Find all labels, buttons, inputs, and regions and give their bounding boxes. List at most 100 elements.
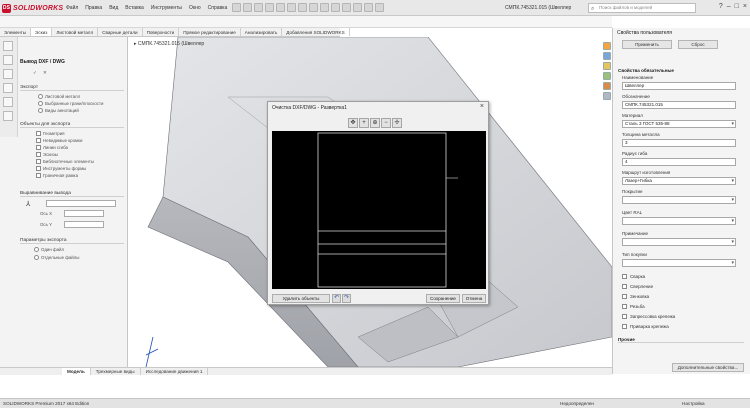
select-icon[interactable] [287,3,296,12]
menu-view[interactable]: Вид [109,5,118,11]
menu-file[interactable]: Файл [66,5,78,11]
file-explorer-icon[interactable] [603,72,611,80]
press-fastener-checkbox[interactable]: Запрессовка крепежа [622,314,675,319]
ok-icon[interactable]: ✓ [33,70,37,76]
rebuild-icon[interactable] [298,3,307,12]
tab-direct-edit[interactable]: Прямое редактирование [179,28,241,36]
ral-color-select[interactable] [622,217,736,225]
tab-sketch[interactable]: Эскиз [31,28,53,36]
print-icon[interactable] [265,3,274,12]
dimxpert-icon[interactable] [3,83,13,93]
object-checkbox[interactable]: Невидимые кромки [36,138,82,143]
dialog-close-icon[interactable]: × [480,103,484,110]
tab-weldments[interactable]: Сварные детали [98,28,143,36]
tab-addins[interactable]: Добавления SOLIDWORKS [282,28,350,36]
align-section-header[interactable]: Выравнивание вывода [20,191,124,197]
export-option[interactable]: Выбранные грани/плоскости [38,101,103,106]
view-palette-icon[interactable] [603,82,611,90]
more-properties-button[interactable]: Дополнительные свойства... [672,363,744,372]
object-checkbox[interactable]: Геометрия [36,131,65,136]
tab-analyze[interactable]: Анализировать [241,28,283,36]
zoom-area-icon[interactable]: ⊕ [370,118,380,128]
undo-icon[interactable] [276,3,285,12]
separate-files-option[interactable]: Отдельные файлы [34,255,79,260]
thread-checkbox[interactable]: Резьба [622,304,645,309]
options-icon[interactable] [309,3,318,12]
appearances-icon[interactable] [603,92,611,100]
tab-model[interactable]: Модель [62,368,91,375]
help-icon[interactable]: ? [719,3,723,10]
search-input[interactable]: ⌕ Поиск файлов и моделей [588,3,696,13]
tool-b-icon[interactable] [342,3,351,12]
designation-field[interactable]: СМПК.745321.015 [622,101,736,109]
apply-button[interactable]: Применить [622,40,672,49]
design-library-icon[interactable] [603,62,611,70]
zoom-in-icon[interactable]: + [359,118,369,128]
feature-tree-icon[interactable] [3,41,13,51]
dxf-preview-canvas[interactable] [272,131,486,289]
open-icon[interactable] [243,3,252,12]
solidworks-logo[interactable]: DS SOLIDWORKS [2,2,63,14]
redo-icon[interactable]: ↷ [342,294,351,303]
delete-objects-button[interactable]: Удалить объекты [272,294,330,303]
tool-a-icon[interactable] [331,3,340,12]
menu-window[interactable]: Окно [189,5,201,11]
pan-icon[interactable]: ✢ [392,118,402,128]
status-settings[interactable]: Настройка [682,399,705,408]
display-manager-icon[interactable] [3,97,13,107]
menu-insert[interactable]: Вставка [125,5,144,11]
object-checkbox[interactable]: Библиотечные элементы [36,159,94,164]
thickness-field[interactable]: 3 [622,139,736,147]
axis-x-field[interactable] [64,210,104,217]
tool-c-icon[interactable] [353,3,362,12]
object-checkbox[interactable]: Линии сгиба [36,145,68,150]
property-manager-icon[interactable] [3,55,13,65]
save-icon[interactable] [254,3,263,12]
name-field[interactable]: Швеллер [622,82,736,90]
other-section-header[interactable]: Прочие [618,337,744,343]
route-select[interactable]: Лазер+Гибка [622,177,736,185]
material-select[interactable]: Сталь 3 ГОСТ 535-88 [622,120,736,128]
object-checkbox[interactable]: Инструменты формы [36,166,86,171]
tab-3d-views[interactable]: Трехмерные виды [91,368,141,375]
export-option[interactable]: Листовой металл [38,94,80,99]
object-checkbox[interactable]: Эскизы [36,152,58,157]
cancel-button[interactable]: Отмена [462,294,486,303]
export-option[interactable]: Виды аннотаций [38,108,79,113]
new-icon[interactable] [232,3,241,12]
weld-fastener-checkbox[interactable]: Приварка крепежа [622,324,669,329]
required-properties-group[interactable]: Свойства обязательные [618,68,674,73]
tool-d-icon[interactable] [364,3,373,12]
object-checkbox[interactable]: Граничная рамка [36,173,78,178]
params-section-header[interactable]: Параметры экспорта [20,238,124,244]
tab-sheet-metal[interactable]: Листовой металл [52,28,99,36]
drilling-checkbox[interactable]: Сверление [622,284,653,289]
maximize-icon[interactable]: □ [735,3,739,10]
home-icon[interactable] [603,42,611,50]
undo-icon[interactable]: ↶ [332,294,341,303]
note-select[interactable] [622,238,736,246]
tab-surfaces[interactable]: Поверхности [143,28,180,36]
origin-field[interactable] [46,200,116,207]
macro-icon[interactable] [320,3,329,12]
close-icon[interactable]: × [743,3,747,10]
welding-checkbox[interactable]: Сварка [622,274,645,279]
menu-help[interactable]: Справка [208,5,228,11]
objects-section-header[interactable]: Объекты для экспорта [20,122,124,128]
cam-icon[interactable] [3,111,13,121]
axis-y-field[interactable] [64,221,104,228]
export-section-header[interactable]: Экспорт [20,85,124,91]
tool-e-icon[interactable] [375,3,384,12]
single-file-option[interactable]: Один файл [34,247,64,252]
coating-select[interactable] [622,196,736,204]
menu-edit[interactable]: Правка [85,5,102,11]
zoom-fit-icon[interactable]: ✥ [348,118,358,128]
zoom-out-icon[interactable]: − [381,118,391,128]
cancel-icon[interactable]: ✕ [43,70,47,76]
minimize-icon[interactable]: – [727,3,731,10]
reset-button[interactable]: Сброс [678,40,718,49]
bend-radius-field[interactable]: 4 [622,158,736,166]
resources-icon[interactable] [603,52,611,60]
save-button[interactable]: Сохранение [426,294,460,303]
feature-tree-flyout[interactable]: ▸ СМПК.745321.015 (Швеллер [134,41,204,47]
